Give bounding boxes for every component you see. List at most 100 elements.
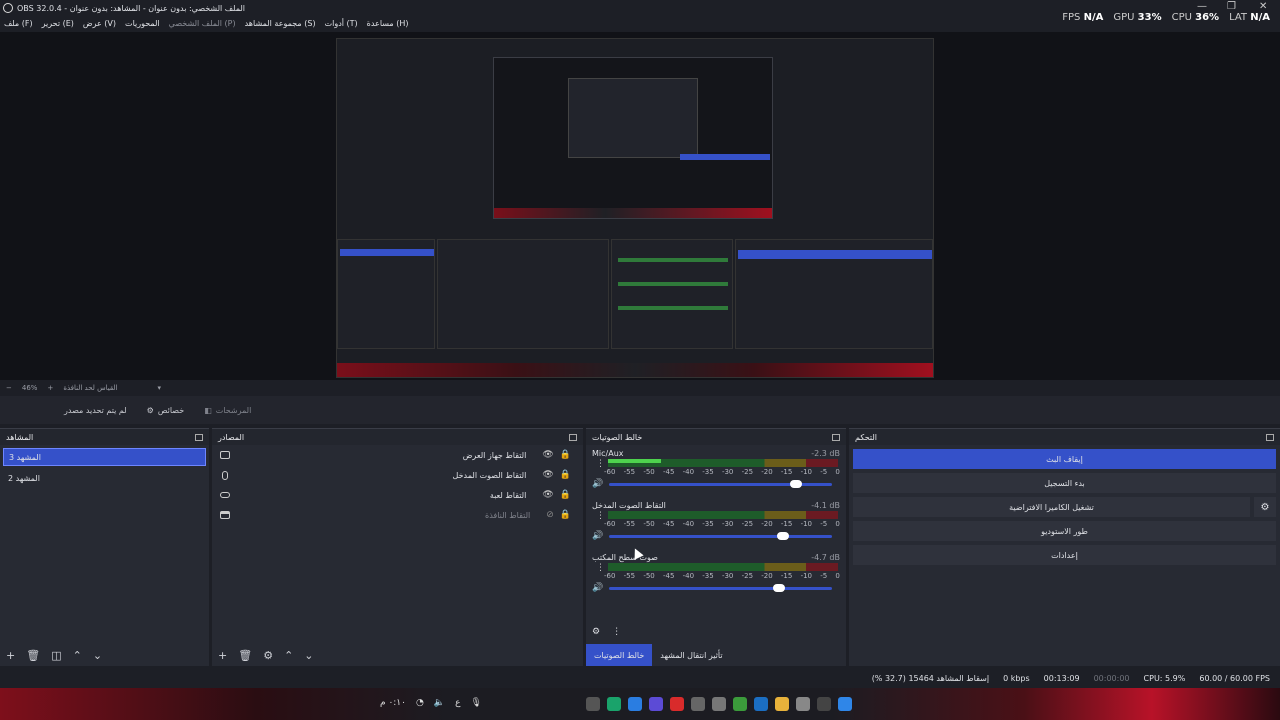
speaker-icon[interactable]: 🔊 bbox=[592, 583, 603, 593]
scene-filters-icon[interactable]: ◫ bbox=[51, 649, 61, 662]
source-row[interactable]: التقاط جهاز العرض 👁 🔒 bbox=[212, 445, 583, 465]
clock[interactable]: ٠:١٠ م bbox=[380, 698, 406, 708]
sources-title: المصادر bbox=[218, 432, 245, 442]
source-row[interactable]: التقاط الصوت المدخل 👁 🔒 bbox=[212, 465, 583, 485]
advanced-audio-icon[interactable]: ⚙ bbox=[592, 627, 600, 637]
window-title: OBS 32.0.4 - الملف الشخصي: بدون عنوان - … bbox=[17, 3, 245, 13]
lock-icon[interactable]: 🔒 bbox=[560, 490, 571, 500]
settings-button[interactable]: إعدادات bbox=[853, 545, 1276, 565]
windows-start-icon[interactable] bbox=[838, 697, 852, 711]
meter-tick-label: -30 bbox=[721, 520, 734, 528]
menu-docks[interactable]: المحوريات bbox=[125, 19, 160, 28]
add-scene-icon[interactable]: + bbox=[6, 649, 15, 662]
lock-icon[interactable]: 🔒 bbox=[560, 450, 571, 460]
scenes-header: المشاهد bbox=[0, 429, 209, 445]
microphone-icon[interactable]: 🎙 bbox=[470, 698, 481, 708]
scene-item-2[interactable]: المشهد 2 bbox=[3, 469, 206, 487]
move-down-icon[interactable]: ⌄ bbox=[304, 649, 313, 662]
undock-icon[interactable] bbox=[832, 433, 840, 441]
start-recording-button[interactable]: بدء التسجيل bbox=[853, 473, 1276, 493]
move-up-icon[interactable]: ⌃ bbox=[284, 649, 293, 662]
filters-button[interactable]: ◧ المرشحات bbox=[204, 406, 251, 415]
controls-panel: التحكم إيقاف البث بدء التسجيل تشغيل الكا… bbox=[849, 428, 1280, 666]
record-time: 00:00:00 bbox=[1093, 673, 1130, 683]
stop-streaming-button[interactable]: إيقاف البث bbox=[853, 449, 1276, 469]
channel-db: -4.7 dB bbox=[811, 553, 840, 562]
tab-scene-transitions[interactable]: تأثير انتقال المشهد bbox=[652, 644, 730, 666]
source-properties-icon[interactable]: ⚙ bbox=[263, 649, 273, 662]
volume-slider[interactable] bbox=[609, 531, 832, 540]
volume-meter bbox=[608, 511, 838, 519]
app-icon[interactable] bbox=[796, 697, 810, 711]
app-icon[interactable] bbox=[775, 697, 789, 711]
menu-profile[interactable]: الملف الشخصي (P) bbox=[169, 19, 236, 28]
app-icon[interactable] bbox=[607, 697, 621, 711]
scene-item-3[interactable]: المشهد 3 bbox=[3, 448, 206, 466]
menu-view[interactable]: عرض (V) bbox=[83, 19, 116, 28]
studio-mode-button[interactable]: طور الاستوديو bbox=[853, 521, 1276, 541]
tab-audio-mixer[interactable]: خالط الصوتيات bbox=[586, 644, 653, 666]
source-row[interactable]: التقاط لعبة 👁 🔒 bbox=[212, 485, 583, 505]
mixer-channel: Mic/Aux -2.3 dB ⋮ -60 -55 -50 -45 -40 -35 -30 -25-… bbox=[586, 445, 846, 497]
undock-icon[interactable] bbox=[1266, 433, 1274, 441]
virtual-camera-settings-gear-icon[interactable]: ⚙ bbox=[1254, 497, 1276, 517]
volume-slider[interactable] bbox=[609, 583, 832, 592]
meter-tick-label: -55 bbox=[623, 572, 636, 580]
app-icon[interactable] bbox=[754, 697, 768, 711]
zoom-out-button[interactable]: − bbox=[6, 384, 12, 392]
move-up-icon[interactable]: ⌃ bbox=[73, 649, 82, 662]
app-icon[interactable] bbox=[817, 697, 831, 711]
undock-icon[interactable] bbox=[569, 433, 577, 441]
volume-slider[interactable] bbox=[609, 479, 832, 488]
source-row[interactable]: التقاط النافذة ⊘ 🔒 bbox=[212, 505, 583, 525]
speaker-icon[interactable]: 🔊 bbox=[592, 479, 603, 489]
eye-icon[interactable]: 👁 bbox=[542, 450, 553, 460]
menu-tools[interactable]: أدوات (T) bbox=[325, 19, 358, 28]
zoom-in-button[interactable]: + bbox=[47, 384, 53, 392]
app-icon[interactable] bbox=[649, 697, 663, 711]
speaker-icon[interactable]: 🔊 bbox=[592, 531, 603, 541]
maximize-button[interactable]: ❐ bbox=[1227, 1, 1236, 12]
speaker-icon[interactable]: 🔈 bbox=[434, 698, 445, 708]
meter-tick-label: -25 bbox=[741, 468, 754, 476]
cpu-label: CPU bbox=[1171, 12, 1192, 23]
eye-icon[interactable]: 👁 bbox=[542, 470, 553, 480]
fit-to-window-label[interactable]: القياس لحد النافذة bbox=[63, 384, 117, 392]
add-source-icon[interactable]: + bbox=[218, 649, 227, 662]
eye-icon[interactable]: 👁 bbox=[542, 490, 553, 500]
menu-file[interactable]: ملف (F) bbox=[4, 19, 33, 28]
remove-source-icon[interactable]: 🗑 bbox=[238, 649, 252, 662]
app-icon[interactable] bbox=[691, 697, 705, 711]
menu-edit[interactable]: تحرير (E) bbox=[42, 19, 74, 28]
meter-tick-label: -15 bbox=[780, 468, 793, 476]
remove-scene-icon[interactable]: 🗑 bbox=[26, 649, 40, 662]
mixer-menu-icon[interactable]: ⋮ bbox=[612, 627, 621, 637]
app-icon[interactable] bbox=[628, 697, 642, 711]
channel-name: صوت سطح المكتب bbox=[592, 553, 658, 562]
app-icon[interactable] bbox=[712, 697, 726, 711]
language-indicator[interactable]: ع bbox=[455, 698, 460, 708]
menu-help[interactable]: مساعدة (H) bbox=[367, 19, 409, 28]
zoom-dropdown-icon[interactable]: ▾ bbox=[158, 384, 162, 392]
meter-ticks: -60 -55 -50 -45 -40 -35 -30 -25 -20 -15 -10 -5 0 bbox=[604, 572, 840, 580]
volume-slider-handle[interactable] bbox=[776, 531, 789, 540]
minimize-button[interactable]: — bbox=[1197, 1, 1207, 12]
undock-icon[interactable] bbox=[195, 433, 203, 441]
app-icon[interactable] bbox=[733, 697, 747, 711]
app-icon[interactable] bbox=[670, 697, 684, 711]
app-icon[interactable] bbox=[586, 697, 600, 711]
volume-slider-handle[interactable] bbox=[772, 583, 785, 592]
scenes-title: المشاهد bbox=[6, 432, 34, 442]
eye-hidden-icon[interactable]: ⊘ bbox=[546, 510, 554, 520]
wifi-icon[interactable]: ◔ bbox=[416, 698, 424, 708]
start-virtual-camera-button[interactable]: تشغيل الكاميرا الافتراضية bbox=[853, 497, 1250, 517]
close-button[interactable]: ✕ bbox=[1259, 1, 1267, 12]
move-down-icon[interactable]: ⌄ bbox=[93, 649, 102, 662]
properties-button[interactable]: ⚙ خصائص bbox=[147, 406, 185, 415]
monitor-icon bbox=[220, 451, 230, 459]
volume-slider-handle[interactable] bbox=[790, 479, 803, 488]
lock-icon[interactable]: 🔒 bbox=[560, 470, 571, 480]
lock-icon[interactable]: 🔒 bbox=[560, 510, 571, 520]
system-tray: ٠:١٠ م ◔ 🔈 ع 🎙 bbox=[380, 698, 482, 708]
menu-scene-collection[interactable]: مجموعة المشاهد (S) bbox=[245, 19, 316, 28]
